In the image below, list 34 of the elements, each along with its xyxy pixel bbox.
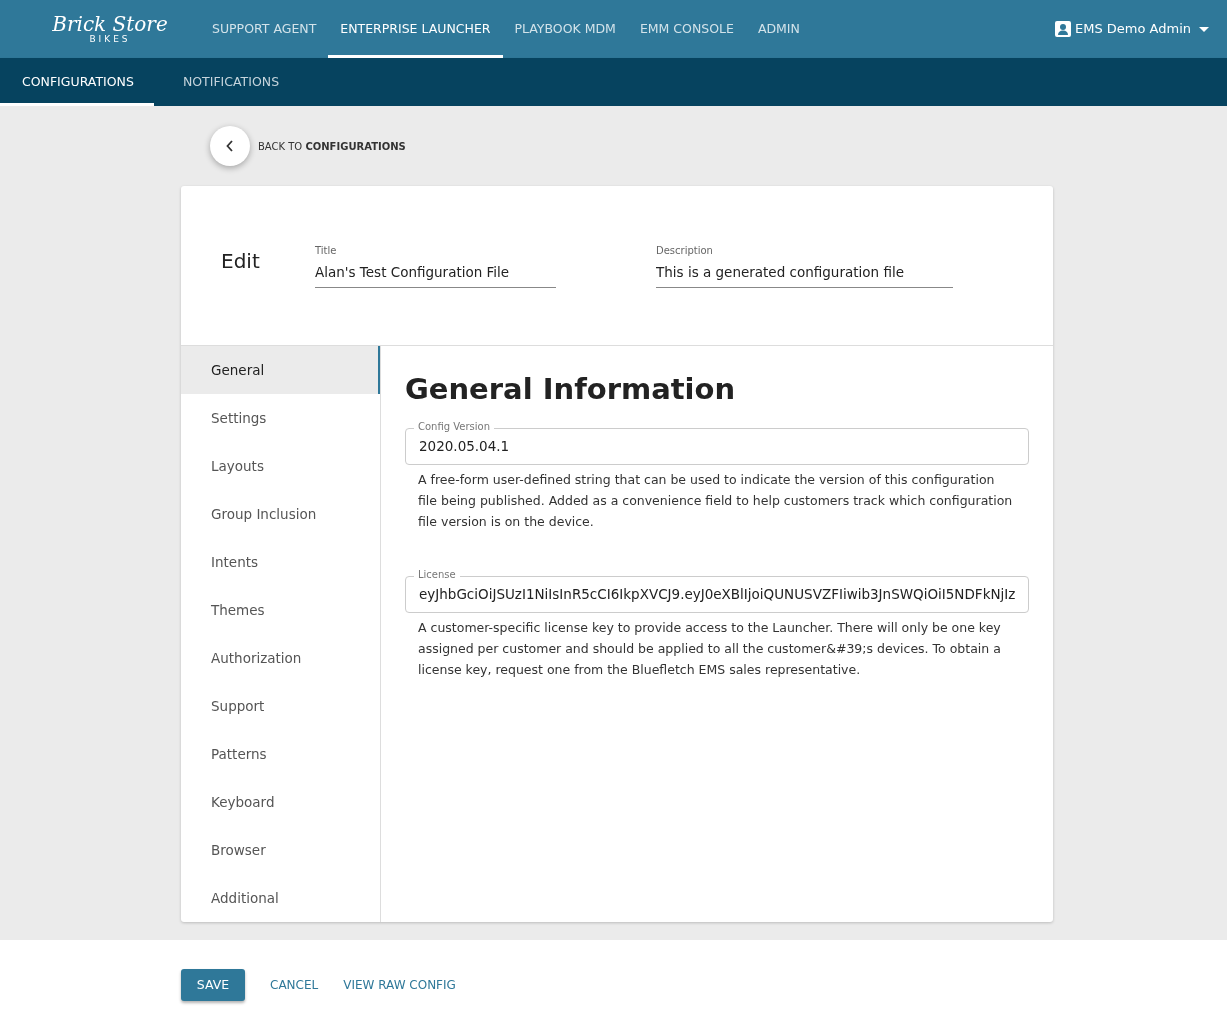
section-heading: General Information [405,371,737,408]
sidebar-item[interactable]: Additional [181,874,380,922]
sidebar-item[interactable]: Support [181,682,380,730]
sidebar-item[interactable]: Settings [181,394,380,442]
save-button[interactable]: SAVE [181,969,245,1001]
chevron-left-icon [226,140,234,152]
back-button[interactable] [210,126,250,166]
sidebar-item[interactable]: Patterns [181,730,380,778]
sidebar-item[interactable]: Group Inclusion [181,490,380,538]
field-label: Description [656,244,714,259]
logo-name: Brick Store [52,13,168,34]
nav-tab[interactable]: EMM CONSOLE [627,0,746,58]
help-text: A customer-specific license key to provide access to the Launcher. There will only be one key assigned per customer and should be applied to all the customer&#39;s devices. To obtain a license key, request one from the Bluefletch EMS sales representative. [417,618,1002,679]
text-link[interactable]: CANCEL [270,976,319,994]
field-label: Title [315,244,338,259]
sidebar-item[interactable]: Keyboard [181,778,380,826]
page-title: Edit [221,247,261,275]
sidebar-item[interactable]: Authorization [181,634,380,682]
text-link[interactable]: VIEW RAW CONFIG [343,976,456,994]
logo-tagline: BIKES [89,33,131,45]
user-icon [1055,21,1071,37]
user-menu[interactable]: EMS Demo Admin [1049,0,1227,58]
caret-icon [1199,26,1209,32]
sidebar-item[interactable]: Intents [181,538,380,586]
nav-tab[interactable]: ADMIN [745,0,812,58]
nav-tab[interactable]: PLAYBOOK MDM [502,0,628,58]
help-text: A free-form user-defined string that can be used to indicate the version of this configuration file being published. Added as a convenience field to help customers track which configuration file version is on the device. [417,470,1014,531]
back-link[interactable]: BACK TO CONFIGURATIONS [258,138,406,154]
sub-tab[interactable]: NOTIFICATIONS [154,58,308,106]
sidebar-item[interactable]: Themes [181,586,380,634]
sidebar-item[interactable]: Layouts [181,442,380,490]
nav-tab[interactable]: SUPPORT AGENT [200,0,329,58]
sidebar-item[interactable]: Browser [181,826,380,874]
sidebar-item[interactable]: General [181,346,380,394]
